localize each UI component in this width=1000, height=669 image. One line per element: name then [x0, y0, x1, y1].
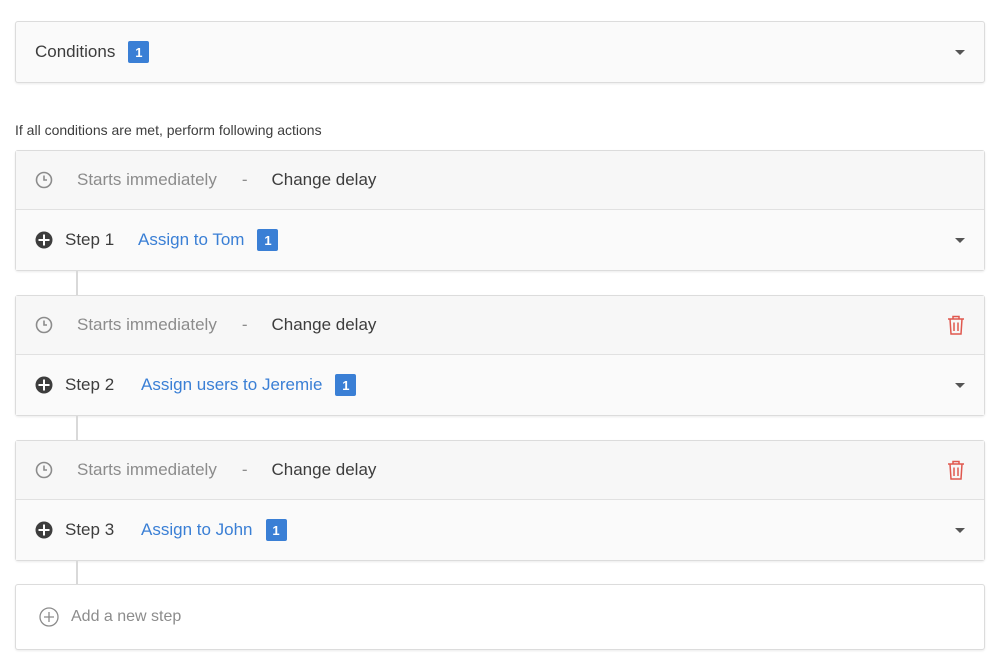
actions-intro-text: If all conditions are met, perform follo…	[15, 122, 322, 138]
step-label: Step 1	[65, 230, 115, 249]
delay-row: Starts immediately - Change delay	[16, 151, 984, 210]
change-delay-link[interactable]: Change delay	[272, 170, 377, 190]
delay-separator: -	[241, 170, 248, 189]
step-action-row[interactable]: Step 2 Assign users to Jeremie 1	[16, 355, 984, 415]
add-step-label: Add a new step	[71, 608, 182, 625]
step-count-badge: 1	[265, 519, 287, 541]
conditions-header[interactable]: Conditions 1	[16, 22, 984, 82]
step-count-badge: 1	[257, 229, 279, 251]
delay-text: Starts immediately	[77, 170, 217, 189]
clock-icon	[35, 171, 53, 189]
conditions-count-badge: 1	[128, 41, 150, 63]
add-step-row[interactable]: Add a new step	[16, 585, 984, 649]
delay-separator: -	[241, 460, 248, 479]
delay-separator: -	[241, 315, 248, 334]
step-action-link[interactable]: Assign to Tom	[138, 230, 244, 250]
delay-text: Starts immediately	[77, 460, 217, 479]
trash-icon[interactable]	[947, 315, 965, 335]
delay-row: Starts immediately - Change delay	[16, 441, 984, 500]
step-connector	[76, 416, 78, 440]
add-step-button[interactable]: Add a new step	[15, 584, 985, 650]
step-action-link[interactable]: Assign to John	[141, 520, 253, 540]
step-card-1: Starts immediately - Change delay Step 1…	[15, 150, 985, 271]
step-card-3: Starts immediately - Change delay Step 3…	[15, 440, 985, 561]
step-action-row[interactable]: Step 3 Assign to John 1	[16, 500, 984, 560]
step-count-badge: 1	[335, 374, 357, 396]
conditions-label: Conditions	[35, 42, 116, 61]
change-delay-link[interactable]: Change delay	[272, 460, 377, 480]
clock-icon	[35, 316, 53, 334]
delay-row: Starts immediately - Change delay	[16, 296, 984, 355]
chevron-down-icon[interactable]	[955, 50, 965, 55]
move-step-icon[interactable]	[35, 231, 53, 249]
clock-icon	[35, 461, 53, 479]
step-connector	[76, 561, 78, 584]
change-delay-link[interactable]: Change delay	[272, 315, 377, 335]
trash-icon[interactable]	[947, 460, 965, 480]
chevron-down-icon[interactable]	[955, 528, 965, 533]
step-card-2: Starts immediately - Change delay Step 2…	[15, 295, 985, 416]
step-connector	[76, 271, 78, 295]
chevron-down-icon[interactable]	[955, 383, 965, 388]
delay-text: Starts immediately	[77, 315, 217, 334]
step-label: Step 3	[65, 520, 115, 539]
plus-circle-icon	[39, 607, 59, 627]
step-action-row[interactable]: Step 1 Assign to Tom 1	[16, 210, 984, 270]
conditions-panel[interactable]: Conditions 1	[15, 21, 985, 83]
step-label: Step 2	[65, 375, 115, 394]
workflow-page: Conditions 1 If all conditions are met, …	[0, 0, 1000, 669]
chevron-down-icon[interactable]	[955, 238, 965, 243]
move-step-icon[interactable]	[35, 521, 53, 539]
move-step-icon[interactable]	[35, 376, 53, 394]
step-action-link[interactable]: Assign users to Jeremie	[141, 375, 322, 395]
